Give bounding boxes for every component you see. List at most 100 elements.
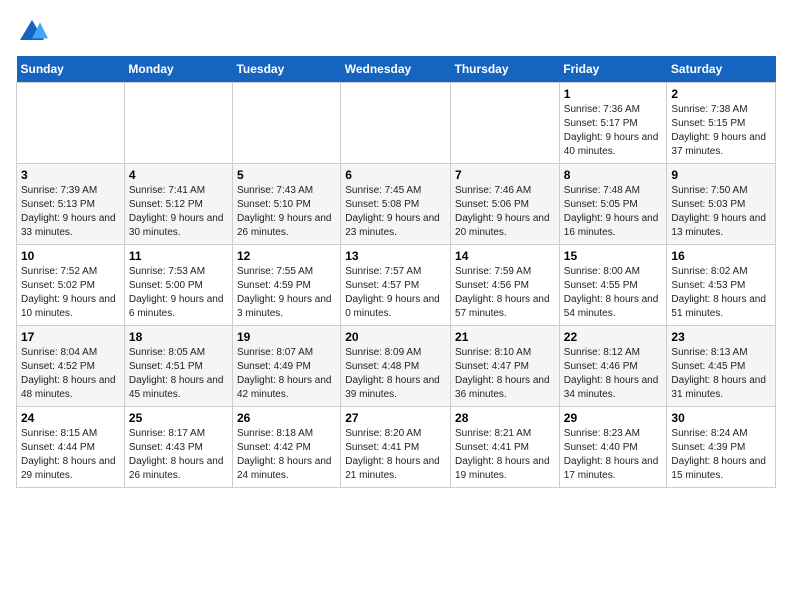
- calendar-cell: 2 Sunrise: 7:38 AM Sunset: 5:15 PM Daylig…: [667, 83, 776, 164]
- calendar-cell: 29 Sunrise: 8:23 AM Sunset: 4:40 PM Dayli…: [559, 407, 667, 488]
- day-number: 14: [455, 249, 555, 263]
- day-number: 13: [345, 249, 446, 263]
- calendar-table: SundayMondayTuesdayWednesdayThursdayFrid…: [16, 56, 776, 488]
- calendar-cell: 7 Sunrise: 7:46 AM Sunset: 5:06 PM Daylig…: [451, 164, 560, 245]
- calendar-cell: [341, 83, 451, 164]
- calendar-week-row: 3 Sunrise: 7:39 AM Sunset: 5:13 PM Daylig…: [17, 164, 776, 245]
- calendar-day-header: Monday: [124, 56, 232, 83]
- day-number: 21: [455, 330, 555, 344]
- calendar-cell: [232, 83, 340, 164]
- day-info: Sunrise: 8:07 AM Sunset: 4:49 PM Dayligh…: [237, 346, 336, 402]
- day-info: Sunrise: 7:39 AM Sunset: 5:13 PM Dayligh…: [21, 184, 120, 240]
- day-number: 26: [237, 411, 336, 425]
- day-number: 11: [129, 249, 228, 263]
- calendar-week-row: 17 Sunrise: 8:04 AM Sunset: 4:52 PM Dayli…: [17, 326, 776, 407]
- calendar-cell: 13 Sunrise: 7:57 AM Sunset: 4:57 PM Dayli…: [341, 245, 451, 326]
- day-number: 5: [237, 168, 336, 182]
- day-number: 17: [21, 330, 120, 344]
- day-info: Sunrise: 8:21 AM Sunset: 4:41 PM Dayligh…: [455, 427, 555, 483]
- day-number: 18: [129, 330, 228, 344]
- calendar-cell: 11 Sunrise: 7:53 AM Sunset: 5:00 PM Dayli…: [124, 245, 232, 326]
- calendar-cell: 24 Sunrise: 8:15 AM Sunset: 4:44 PM Dayli…: [17, 407, 125, 488]
- day-number: 9: [671, 168, 771, 182]
- calendar-cell: 20 Sunrise: 8:09 AM Sunset: 4:48 PM Dayli…: [341, 326, 451, 407]
- calendar-day-header: Wednesday: [341, 56, 451, 83]
- calendar-cell: [124, 83, 232, 164]
- day-info: Sunrise: 7:53 AM Sunset: 5:00 PM Dayligh…: [129, 265, 228, 321]
- day-info: Sunrise: 8:09 AM Sunset: 4:48 PM Dayligh…: [345, 346, 446, 402]
- day-info: Sunrise: 8:24 AM Sunset: 4:39 PM Dayligh…: [671, 427, 771, 483]
- calendar-cell: 22 Sunrise: 8:12 AM Sunset: 4:46 PM Dayli…: [559, 326, 667, 407]
- calendar-cell: [17, 83, 125, 164]
- calendar-cell: 23Sunrise: 8:13 AM Sunset: 4:45 PM Dayli…: [667, 326, 776, 407]
- calendar-week-row: 24 Sunrise: 8:15 AM Sunset: 4:44 PM Dayli…: [17, 407, 776, 488]
- calendar-day-header: Saturday: [667, 56, 776, 83]
- calendar-cell: 28Sunrise: 8:21 AM Sunset: 4:41 PM Dayli…: [451, 407, 560, 488]
- day-info: Sunrise: 7:55 AM Sunset: 4:59 PM Dayligh…: [237, 265, 336, 321]
- calendar-cell: 10Sunrise: 7:52 AM Sunset: 5:02 PM Dayli…: [17, 245, 125, 326]
- day-number: 20: [345, 330, 446, 344]
- calendar-day-header: Sunday: [17, 56, 125, 83]
- day-info: Sunrise: 8:15 AM Sunset: 4:44 PM Dayligh…: [21, 427, 120, 483]
- calendar-cell: 21 Sunrise: 8:10 AM Sunset: 4:47 PM Dayli…: [451, 326, 560, 407]
- day-info: Sunrise: 8:12 AM Sunset: 4:46 PM Dayligh…: [564, 346, 663, 402]
- day-info: Sunrise: 7:43 AM Sunset: 5:10 PM Dayligh…: [237, 184, 336, 240]
- day-info: Sunrise: 8:20 AM Sunset: 4:41 PM Dayligh…: [345, 427, 446, 483]
- calendar-cell: 15 Sunrise: 8:00 AM Sunset: 4:55 PM Dayli…: [559, 245, 667, 326]
- day-info: Sunrise: 7:38 AM Sunset: 5:15 PM Dayligh…: [671, 103, 771, 159]
- calendar-cell: 6 Sunrise: 7:45 AM Sunset: 5:08 PM Daylig…: [341, 164, 451, 245]
- day-number: 6: [345, 168, 446, 182]
- day-number: 30: [671, 411, 771, 425]
- day-number: 22: [564, 330, 663, 344]
- day-info: Sunrise: 7:45 AM Sunset: 5:08 PM Dayligh…: [345, 184, 446, 240]
- calendar-day-header: Thursday: [451, 56, 560, 83]
- day-info: Sunrise: 7:36 AM Sunset: 5:17 PM Dayligh…: [564, 103, 663, 159]
- day-info: Sunrise: 8:10 AM Sunset: 4:47 PM Dayligh…: [455, 346, 555, 402]
- calendar-day-header: Tuesday: [232, 56, 340, 83]
- day-info: Sunrise: 8:23 AM Sunset: 4:40 PM Dayligh…: [564, 427, 663, 483]
- calendar-cell: 17 Sunrise: 8:04 AM Sunset: 4:52 PM Dayli…: [17, 326, 125, 407]
- day-number: 4: [129, 168, 228, 182]
- day-number: 23: [671, 330, 771, 344]
- day-info: Sunrise: 7:59 AM Sunset: 4:56 PM Dayligh…: [455, 265, 555, 321]
- calendar-cell: 12 Sunrise: 7:55 AM Sunset: 4:59 PM Dayli…: [232, 245, 340, 326]
- day-info: Sunrise: 7:46 AM Sunset: 5:06 PM Dayligh…: [455, 184, 555, 240]
- day-number: 24: [21, 411, 120, 425]
- logo-icon: [16, 16, 48, 48]
- day-info: Sunrise: 8:05 AM Sunset: 4:51 PM Dayligh…: [129, 346, 228, 402]
- day-number: 1: [564, 87, 663, 101]
- day-info: Sunrise: 7:48 AM Sunset: 5:05 PM Dayligh…: [564, 184, 663, 240]
- day-number: 8: [564, 168, 663, 182]
- calendar-cell: 8 Sunrise: 7:48 AM Sunset: 5:05 PM Daylig…: [559, 164, 667, 245]
- day-info: Sunrise: 7:57 AM Sunset: 4:57 PM Dayligh…: [345, 265, 446, 321]
- calendar-week-row: 1 Sunrise: 7:36 AM Sunset: 5:17 PM Daylig…: [17, 83, 776, 164]
- day-number: 25: [129, 411, 228, 425]
- day-info: Sunrise: 7:50 AM Sunset: 5:03 PM Dayligh…: [671, 184, 771, 240]
- day-info: Sunrise: 8:02 AM Sunset: 4:53 PM Dayligh…: [671, 265, 771, 321]
- calendar-week-row: 10Sunrise: 7:52 AM Sunset: 5:02 PM Dayli…: [17, 245, 776, 326]
- day-number: 3: [21, 168, 120, 182]
- day-number: 12: [237, 249, 336, 263]
- calendar-cell: 9 Sunrise: 7:50 AM Sunset: 5:03 PM Daylig…: [667, 164, 776, 245]
- day-info: Sunrise: 8:18 AM Sunset: 4:42 PM Dayligh…: [237, 427, 336, 483]
- calendar-cell: 3 Sunrise: 7:39 AM Sunset: 5:13 PM Daylig…: [17, 164, 125, 245]
- day-number: 15: [564, 249, 663, 263]
- calendar-day-header: Friday: [559, 56, 667, 83]
- day-number: 2: [671, 87, 771, 101]
- day-number: 10: [21, 249, 120, 263]
- calendar-cell: 25Sunrise: 8:17 AM Sunset: 4:43 PM Dayli…: [124, 407, 232, 488]
- calendar-cell: [451, 83, 560, 164]
- day-info: Sunrise: 7:41 AM Sunset: 5:12 PM Dayligh…: [129, 184, 228, 240]
- day-number: 19: [237, 330, 336, 344]
- calendar-cell: 1 Sunrise: 7:36 AM Sunset: 5:17 PM Daylig…: [559, 83, 667, 164]
- calendar-cell: 4 Sunrise: 7:41 AM Sunset: 5:12 PM Daylig…: [124, 164, 232, 245]
- calendar-cell: 26 Sunrise: 8:18 AM Sunset: 4:42 PM Dayli…: [232, 407, 340, 488]
- day-number: 29: [564, 411, 663, 425]
- day-info: Sunrise: 8:04 AM Sunset: 4:52 PM Dayligh…: [21, 346, 120, 402]
- calendar-cell: 18 Sunrise: 8:05 AM Sunset: 4:51 PM Dayli…: [124, 326, 232, 407]
- logo: [16, 16, 52, 48]
- day-number: 7: [455, 168, 555, 182]
- day-info: Sunrise: 8:00 AM Sunset: 4:55 PM Dayligh…: [564, 265, 663, 321]
- calendar-cell: 14 Sunrise: 7:59 AM Sunset: 4:56 PM Dayli…: [451, 245, 560, 326]
- calendar-cell: 16Sunrise: 8:02 AM Sunset: 4:53 PM Dayli…: [667, 245, 776, 326]
